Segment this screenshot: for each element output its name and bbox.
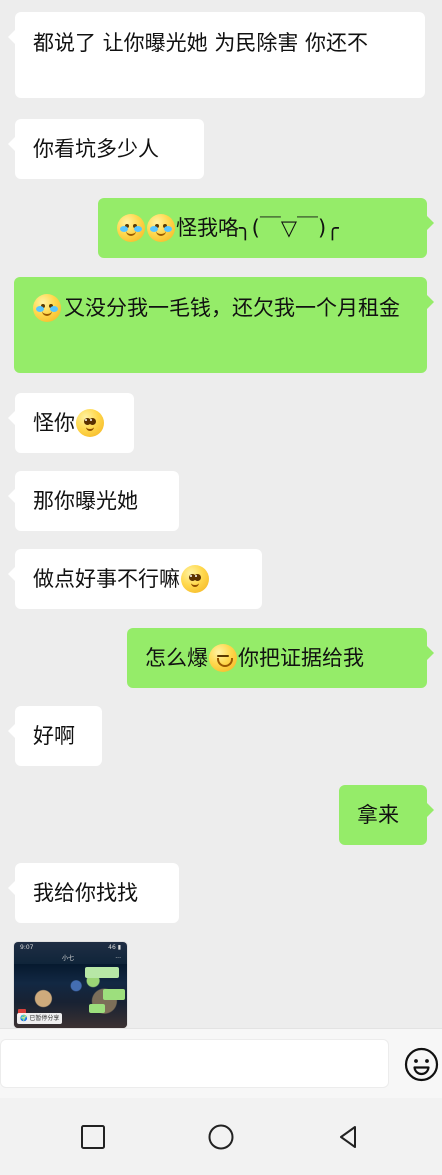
sent-message-bubble[interactable]: 又没分我一毛钱，还欠我一个月租金 — [14, 277, 434, 373]
message-text: 你看坑多少人 — [33, 137, 159, 161]
image-chat-card — [85, 967, 119, 978]
image-caption: 🌍 已暂停分享 — [17, 1013, 63, 1024]
received-message-bubble[interactable]: 做点好事不行嘛 — [8, 549, 262, 609]
system-navigation-bar — [0, 1098, 442, 1175]
message-text: 好啊 — [33, 724, 75, 748]
sent-message-bubble[interactable]: 怪我咯╮(￣▽￣)╭ — [98, 198, 434, 258]
received-message-bubble[interactable]: 那你曝光她 — [8, 471, 179, 531]
image-time: 9:07 — [20, 944, 34, 951]
image-chat-card — [89, 1004, 105, 1013]
image-chat-card — [103, 989, 125, 1000]
message-text: 怪我咯╮(￣▽￣)╭ — [176, 216, 339, 240]
received-message-bubble[interactable]: 我给你找找 — [8, 863, 179, 923]
message-text-after: 你把证据给我 — [238, 646, 364, 670]
crying-face-icon — [147, 214, 175, 242]
square-icon — [81, 1125, 105, 1149]
image-topbar: 9:07 46 ▮ 小七 ··· — [14, 942, 127, 964]
message-text: 怪你 — [33, 411, 75, 435]
received-message-bubble[interactable]: 好啊 — [8, 706, 102, 766]
image-status: 46 ▮ — [108, 944, 121, 951]
received-message-bubble[interactable]: 你看坑多少人 — [8, 119, 204, 179]
pleading-face-icon — [76, 409, 104, 437]
message-text: 那你曝光她 — [33, 489, 138, 513]
recent-apps-button[interactable] — [76, 1120, 110, 1154]
message-text: 我给你找找 — [33, 881, 138, 905]
crying-face-icon — [33, 294, 61, 322]
image-menu: ··· — [115, 955, 121, 962]
emoji-icon — [404, 1047, 439, 1082]
message-input-box[interactable] — [0, 1039, 389, 1088]
received-message-bubble[interactable]: 都说了 让你曝光她 为民除害 你还不 — [8, 12, 425, 98]
input-bar — [0, 1028, 442, 1099]
message-text: 拿来 — [357, 803, 399, 827]
grimacing-face-icon — [209, 644, 237, 672]
sent-message-bubble[interactable]: 拿来 — [339, 785, 434, 845]
received-message-bubble[interactable]: 怪你 — [8, 393, 134, 453]
emoji-button[interactable] — [403, 1046, 440, 1083]
message-text: 做点好事不行嘛 — [33, 567, 180, 591]
home-button[interactable] — [204, 1120, 238, 1154]
image-message[interactable]: 9:07 46 ▮ 小七 ··· 🌍 已暂停分享 — [14, 942, 127, 1028]
message-text-before: 怎么爆 — [145, 646, 208, 670]
sent-message-bubble[interactable]: 怎么爆 你把证据给我 — [127, 628, 434, 688]
message-text: 都说了 让你曝光她 为民除害 你还不 — [33, 31, 369, 55]
message-text: 又没分我一毛钱，还欠我一个月租金 — [64, 296, 400, 320]
circle-icon — [208, 1124, 234, 1150]
crying-face-icon — [117, 214, 145, 242]
pleading-face-icon — [181, 565, 209, 593]
image-title: 小七 — [62, 955, 75, 962]
back-triangle-icon — [340, 1126, 356, 1148]
chat-thread[interactable]: 都说了 让你曝光她 为民除害 你还不 你看坑多少人 怪我咯╮(￣▽￣)╭ 又没分… — [0, 0, 442, 1028]
back-button[interactable] — [331, 1120, 365, 1154]
message-input[interactable] — [1, 1040, 388, 1087]
